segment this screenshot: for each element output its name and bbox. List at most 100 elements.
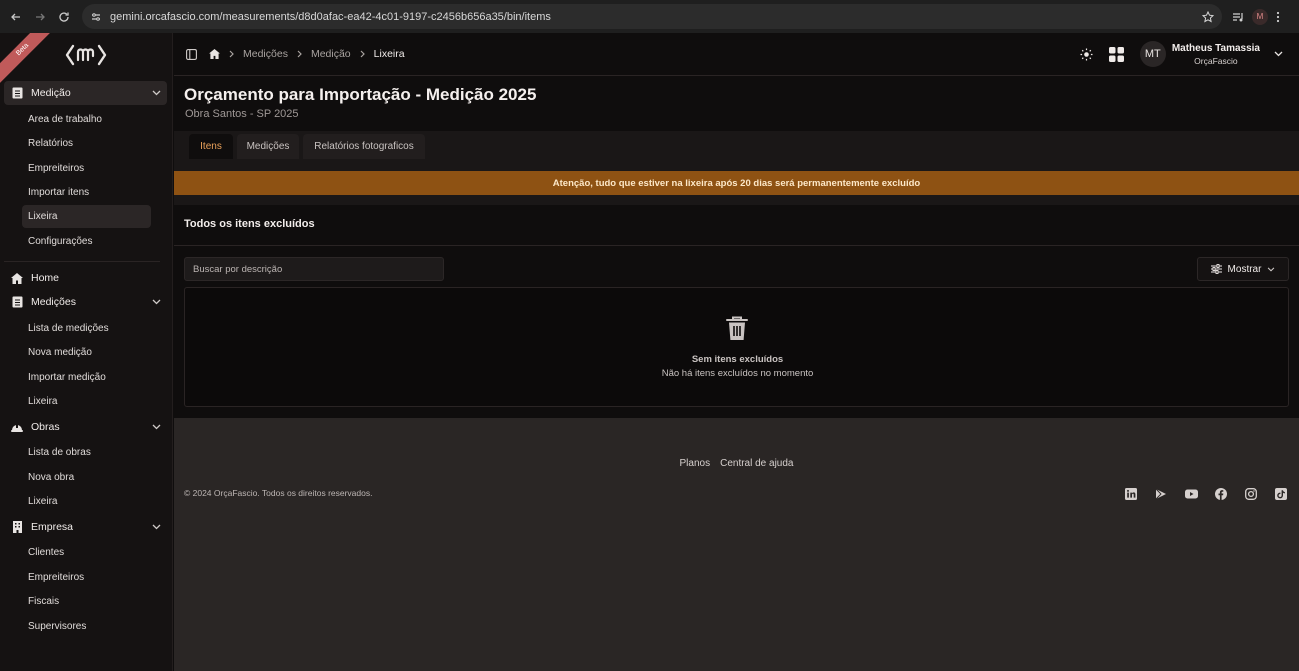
sidebar-item-clientes[interactable]: Clientes — [22, 541, 151, 564]
tab-medicoes[interactable]: Medições — [237, 134, 299, 159]
tab-relatorios-fotograficos[interactable]: Relatórios fotograficos — [303, 134, 425, 159]
document-icon — [10, 86, 24, 100]
building-icon — [10, 520, 24, 534]
linkedin-icon[interactable] — [1123, 486, 1139, 502]
chevron-down-icon — [1267, 266, 1275, 272]
sidebar-item-area-de-trabalho[interactable]: Area de trabalho — [22, 108, 151, 131]
site-info-icon[interactable] — [90, 11, 102, 23]
sidebar-item-supervisores[interactable]: Supervisores — [22, 615, 151, 638]
footer-link-planos[interactable]: Planos — [680, 458, 711, 469]
youtube-icon[interactable] — [1183, 486, 1199, 502]
tabs: Itens Medições Relatórios fotograficos — [174, 131, 1299, 159]
sidebar-item-home[interactable]: Home — [4, 266, 167, 290]
spacer — [174, 159, 1299, 171]
sidebar-item-lixeira-active[interactable]: Lixeira — [22, 205, 151, 228]
sidebar-item-lixeira-medicoes[interactable]: Lixeira — [22, 390, 151, 413]
topbar: Medições Medição Lixeira MT Matheus Tama… — [174, 33, 1299, 76]
footer-link-central-de-ajuda[interactable]: Central de ajuda — [720, 458, 793, 469]
trash-icon — [726, 316, 748, 342]
user-org: OrçaFascio — [1194, 55, 1238, 66]
chevron-down-icon[interactable] — [1274, 51, 1283, 57]
chevron-right-icon — [229, 50, 234, 58]
sidebar-group-label: Empresa — [31, 521, 74, 533]
beta-ribbon: Beta — [0, 33, 60, 87]
instagram-icon[interactable] — [1243, 486, 1259, 502]
document-icon — [10, 295, 24, 309]
sidebar-group-label: Obras — [31, 421, 60, 433]
user-avatar[interactable]: MT — [1139, 41, 1166, 67]
empty-state-text: Não há itens excluídos no momento — [661, 368, 814, 379]
facebook-icon[interactable] — [1213, 486, 1229, 502]
sidebar-group-label: Home — [31, 272, 60, 284]
browser-toolbar: gemini.orcafascio.com/measurements/d8d0a… — [0, 0, 1299, 33]
sidebar-group-medicoes[interactable]: Medições — [4, 290, 167, 314]
chevron-down-icon — [152, 90, 161, 96]
apps-grid-icon[interactable] — [1108, 46, 1124, 62]
copyright: © 2024 OrçaFascio. Todos os direitos res… — [184, 488, 373, 498]
chevron-down-icon — [152, 299, 161, 305]
search-input[interactable] — [184, 257, 444, 281]
sidebar-group-label: Medições — [31, 296, 76, 308]
page-title: Orçamento para Importação - Medição 2025 — [184, 85, 537, 104]
breadcrumb-medicao[interactable]: Medição — [311, 48, 351, 60]
sidebar-group-obras[interactable]: Obras — [4, 415, 167, 439]
footer: Planos Central de ajuda © 2024 OrçaFasci… — [174, 418, 1299, 671]
trash-warning-banner: Atenção, tudo que estiver na lixeira apó… — [174, 171, 1299, 195]
sliders-icon — [1210, 264, 1222, 274]
profile-avatar[interactable]: M — [1252, 8, 1268, 25]
sidebar-item-fiscais[interactable]: Fiscais — [22, 590, 151, 613]
orcafascio-logo-icon[interactable] — [65, 43, 107, 67]
social-links — [1123, 486, 1289, 502]
chevron-right-icon — [360, 50, 365, 58]
sidebar-item-lista-de-medicoes[interactable]: Lista de medições — [22, 317, 151, 340]
browser-menu-icon[interactable] — [1276, 11, 1280, 23]
sidebar-item-nova-medicao[interactable]: Nova medição — [22, 341, 151, 364]
sidebar-item-configuracoes[interactable]: Configurações — [22, 230, 151, 253]
back-icon[interactable] — [4, 5, 28, 29]
chevron-right-icon — [297, 50, 302, 58]
sidebar-group-label: Medição — [31, 87, 71, 99]
sidebar: Beta Medição Area de trabalho Relatórios… — [0, 33, 173, 671]
helmet-icon — [10, 420, 24, 434]
bookmark-star-icon[interactable] — [1202, 10, 1214, 23]
breadcrumb-home-icon[interactable] — [209, 49, 220, 59]
sidebar-item-empreiteiros-empresa[interactable]: Empreiteiros — [22, 566, 151, 589]
chevron-down-icon — [152, 424, 161, 430]
sidebar-item-importar-itens[interactable]: Importar itens — [22, 181, 151, 204]
tab-itens[interactable]: Itens — [189, 134, 233, 159]
sidebar-group-empresa[interactable]: Empresa — [4, 515, 167, 539]
section-title: Todos os itens excluídos — [184, 218, 315, 230]
sidebar-item-empreiteiros[interactable]: Empreiteiros — [22, 157, 151, 180]
breadcrumb: Medições Medição Lixeira — [209, 48, 405, 60]
theme-toggle-sun-icon[interactable] — [1080, 48, 1093, 61]
sidebar-item-lixeira-obras[interactable]: Lixeira — [22, 490, 151, 513]
empty-state: Sem itens excluídos Não há itens excluíd… — [184, 287, 1289, 407]
sidebar-divider — [4, 261, 160, 262]
page-subtitle: Obra Santos - SP 2025 — [185, 108, 299, 120]
sidebar-item-importar-medicao[interactable]: Importar medição — [22, 366, 151, 389]
breadcrumb-lixeira: Lixeira — [373, 48, 405, 60]
breadcrumb-medicoes[interactable]: Medições — [243, 48, 288, 60]
reload-icon[interactable] — [52, 5, 76, 29]
home-icon — [10, 271, 24, 285]
section-divider — [174, 245, 1299, 246]
sidebar-item-lista-de-obras[interactable]: Lista de obras — [22, 441, 151, 464]
user-info: Matheus Tamassia OrçaFascio — [1172, 43, 1260, 66]
show-columns-button[interactable]: Mostrar — [1197, 257, 1289, 281]
sidebar-group-medicao[interactable]: Medição — [4, 81, 167, 105]
user-name: Matheus Tamassia — [1171, 42, 1260, 54]
page-header: Orçamento para Importação - Medição 2025… — [174, 77, 1299, 131]
sidebar-toggle-icon[interactable] — [186, 48, 197, 60]
user-menu[interactable]: MT Matheus Tamassia OrçaFascio — [1139, 41, 1283, 67]
show-button-label: Mostrar — [1227, 263, 1262, 275]
address-bar[interactable]: gemini.orcafascio.com/measurements/d8d0a… — [82, 4, 1222, 29]
footer-links: Planos Central de ajuda — [174, 458, 1299, 469]
sidebar-item-relatorios[interactable]: Relatórios — [22, 132, 151, 155]
sidebar-item-nova-obra[interactable]: Nova obra — [22, 466, 151, 489]
play-icon[interactable] — [1153, 486, 1169, 502]
forward-icon[interactable] — [28, 5, 52, 29]
url-text[interactable]: gemini.orcafascio.com/measurements/d8d0a… — [110, 11, 551, 23]
tiktok-icon[interactable] — [1273, 486, 1289, 502]
media-icon[interactable] — [1232, 11, 1244, 23]
empty-state-title: Sem itens excluídos — [691, 354, 784, 365]
